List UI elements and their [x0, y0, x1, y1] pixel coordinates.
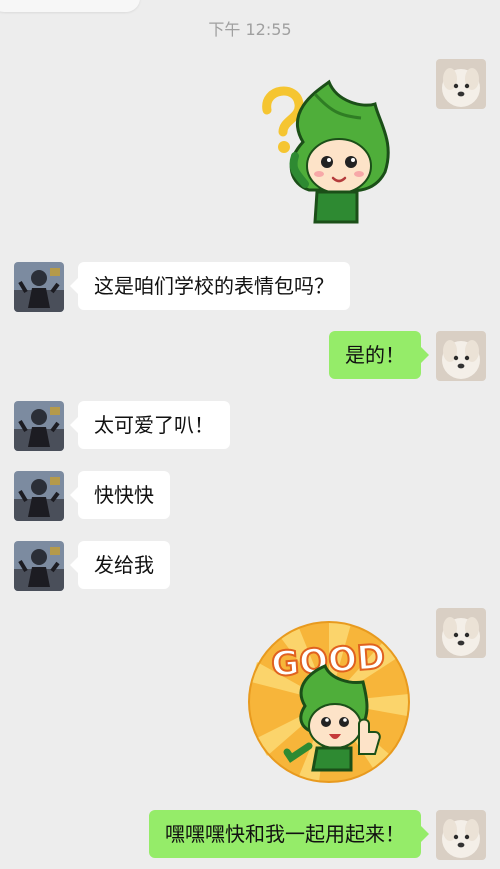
message-bubble-received[interactable]: 这是咱们学校的表情包吗？ — [70, 262, 350, 310]
message-timestamp: 下午 12:55 — [208, 20, 292, 39]
self-avatar[interactable] — [436, 810, 486, 860]
message-bubble-received[interactable]: 太可爱了叭！ — [70, 401, 230, 449]
leaf-mascot-good-sticker[interactable]: GOOD — [247, 620, 411, 784]
contact-avatar[interactable] — [14, 401, 64, 451]
leaf-mascot-question-sticker[interactable] — [245, 72, 405, 232]
message-bubble-received[interactable]: 快快快 — [70, 471, 170, 519]
self-avatar[interactable] — [436, 59, 486, 109]
self-avatar[interactable] — [436, 331, 486, 381]
message-bubble-sent[interactable]: 是的！ — [329, 331, 429, 379]
message-bubble-received[interactable]: 发给我 — [70, 541, 170, 589]
contact-avatar[interactable] — [14, 541, 64, 591]
message-bubble-sent[interactable]: 嘿嘿嘿快和我一起用起来！ — [149, 810, 429, 858]
top-bar-fragment — [0, 0, 140, 12]
contact-avatar[interactable] — [14, 471, 64, 521]
self-avatar[interactable] — [436, 608, 486, 658]
contact-avatar[interactable] — [14, 262, 64, 312]
